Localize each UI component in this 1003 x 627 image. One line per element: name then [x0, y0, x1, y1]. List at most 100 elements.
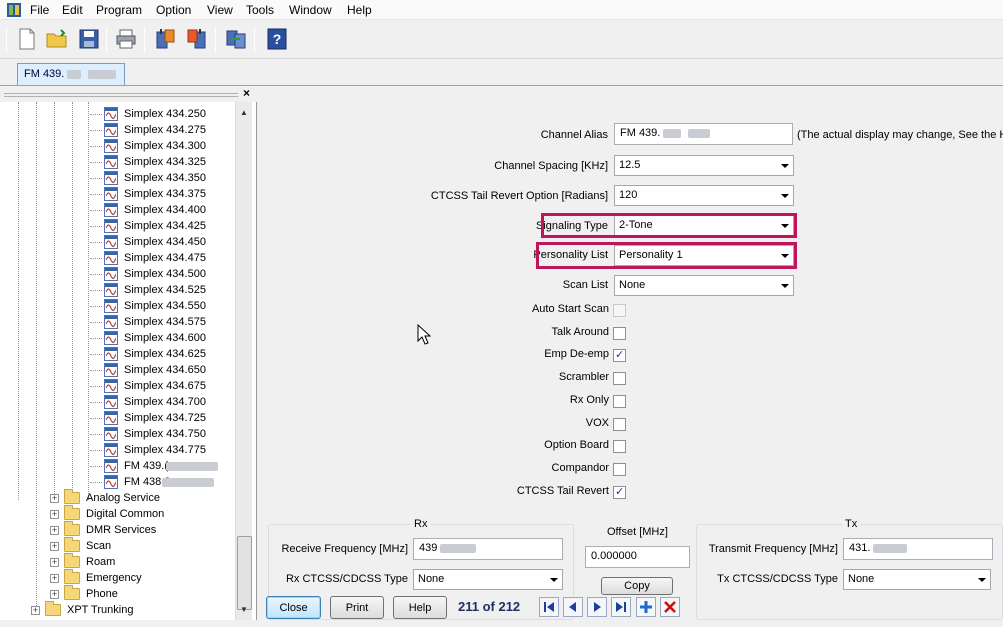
tree-item-channel[interactable]: Simplex 434.575 [0, 314, 235, 330]
tree-item-folder[interactable]: + Roam [0, 553, 235, 570]
tree-item-channel[interactable]: Simplex 434.725 [0, 410, 235, 426]
menu-view[interactable]: View [207, 3, 233, 17]
tree-item-label: Simplex 434.775 [124, 444, 206, 456]
folder-icon [64, 569, 80, 584]
tree-item-channel[interactable]: FM 438.8 [0, 474, 235, 490]
tree-item-channel[interactable]: Simplex 434.775 [0, 442, 235, 458]
help-button[interactable]: Help [393, 596, 447, 619]
scan-list-select[interactable]: None [614, 275, 794, 296]
scroll-down-icon[interactable]: ▼ [240, 605, 248, 614]
option-checkbox[interactable] [613, 418, 626, 431]
menu-file[interactable]: File [30, 3, 49, 17]
first-record-icon[interactable] [539, 597, 559, 617]
save-icon[interactable] [76, 25, 102, 53]
print-button[interactable]: Print [330, 596, 384, 619]
option-checkbox[interactable] [613, 327, 626, 340]
expand-icon[interactable]: + [31, 606, 40, 615]
transmit-frequency-field[interactable]: 431. [843, 538, 993, 560]
clone-icon[interactable] [223, 25, 249, 53]
tree-item-channel[interactable]: Simplex 434.450 [0, 234, 235, 250]
expand-icon[interactable]: + [50, 526, 59, 535]
tree-item-channel[interactable]: Simplex 434.325 [0, 154, 235, 170]
add-record-icon[interactable] [636, 597, 656, 617]
tree-item-folder[interactable]: + Scan [0, 537, 235, 554]
open-folder-icon[interactable] [44, 25, 70, 53]
expand-icon[interactable]: + [50, 494, 59, 503]
expand-icon[interactable]: + [50, 542, 59, 551]
option-checkbox[interactable] [613, 485, 626, 499]
tree-item-channel[interactable]: Simplex 434.675 [0, 378, 235, 394]
print-icon[interactable] [113, 25, 139, 53]
close-icon[interactable]: × [243, 86, 250, 100]
copy-button[interactable]: Copy [601, 577, 673, 595]
delete-record-icon[interactable] [660, 597, 680, 617]
scroll-up-icon[interactable]: ▲ [240, 108, 248, 117]
channel-spacing-select[interactable]: 12.5 [614, 155, 794, 176]
tree-item-channel[interactable]: Simplex 434.750 [0, 426, 235, 442]
tree-item-channel[interactable]: Simplex 434.350 [0, 170, 235, 186]
tree-item-label: Simplex 434.425 [124, 220, 206, 232]
expand-icon[interactable]: + [50, 558, 59, 567]
menu-tools[interactable]: Tools [246, 3, 274, 17]
tree-item-channel[interactable]: Simplex 434.475 [0, 250, 235, 266]
rx-ctcss-label: Rx CTCSS/CDCSS Type [285, 573, 408, 585]
tree-item-channel[interactable]: Simplex 434.300 [0, 138, 235, 154]
tree-scrollbar[interactable]: ▲ ▼ [235, 102, 252, 620]
option-checkbox[interactable] [613, 348, 626, 362]
channel-icon [104, 107, 118, 121]
panel-grip[interactable] [4, 93, 238, 97]
tree-item-folder[interactable]: + Emergency [0, 569, 235, 586]
write-radio-icon[interactable] [184, 25, 210, 53]
menu-help[interactable]: Help [347, 3, 372, 17]
menu-option[interactable]: Option [156, 3, 191, 17]
menu-program[interactable]: Program [96, 3, 142, 17]
expand-icon[interactable]: + [50, 590, 59, 599]
last-record-icon[interactable] [611, 597, 631, 617]
tree-item-folder[interactable]: + Digital Common [0, 505, 235, 522]
channel-alias-field[interactable]: FM 439. [614, 123, 793, 145]
option-checkbox[interactable] [613, 395, 626, 408]
menu-edit[interactable]: Edit [62, 3, 83, 17]
offset-field[interactable]: 0.000000 [585, 546, 690, 568]
expand-icon[interactable]: + [50, 510, 59, 519]
tree-item-channel[interactable]: Simplex 434.625 [0, 346, 235, 362]
tab-channel[interactable]: FM 439. [17, 63, 125, 85]
tree-item-folder[interactable]: + DMR Services [0, 521, 235, 538]
tree-item-channel[interactable]: Simplex 434.250 [0, 106, 235, 122]
tree-item-channel[interactable]: FM 439.( [0, 458, 235, 474]
receive-frequency-field[interactable]: 439 [413, 538, 563, 560]
next-record-icon[interactable] [587, 597, 607, 617]
menu-window[interactable]: Window [289, 3, 332, 17]
option-checkbox[interactable] [613, 372, 626, 385]
tree-item-label: XPT Trunking [67, 604, 134, 616]
checkbox-label: Scrambler [558, 371, 609, 383]
tree-item-channel[interactable]: Simplex 434.525 [0, 282, 235, 298]
new-file-icon[interactable] [14, 25, 40, 53]
tree-item-folder[interactable]: + Analog Service [0, 489, 235, 506]
scan-list-label: Scan List [562, 279, 608, 291]
tree-item-folder[interactable]: + XPT Trunking [0, 601, 235, 618]
tree-item-channel[interactable]: Simplex 434.550 [0, 298, 235, 314]
tree-item-channel[interactable]: Simplex 434.400 [0, 202, 235, 218]
read-radio-icon[interactable] [152, 25, 178, 53]
close-button[interactable]: Close [266, 596, 321, 619]
scroll-thumb[interactable] [237, 536, 252, 610]
tree-item-channel[interactable]: Simplex 434.700 [0, 394, 235, 410]
expand-icon[interactable]: + [50, 574, 59, 583]
option-checkbox[interactable] [613, 463, 626, 476]
tree-item-channel[interactable]: Simplex 434.500 [0, 266, 235, 282]
app-icon [7, 3, 21, 17]
tree-item-channel[interactable]: Simplex 434.425 [0, 218, 235, 234]
tree-item-channel[interactable]: Simplex 434.650 [0, 362, 235, 378]
previous-record-icon[interactable] [563, 597, 583, 617]
tree-item-channel[interactable]: Simplex 434.375 [0, 186, 235, 202]
help-icon[interactable]: ? [264, 25, 290, 53]
tree-item-channel[interactable]: Simplex 434.600 [0, 330, 235, 346]
ctcss-revert-select[interactable]: 120 [614, 185, 794, 206]
rx-ctcss-select[interactable]: None [413, 569, 563, 590]
option-checkbox [613, 304, 626, 317]
tx-ctcss-select[interactable]: None [843, 569, 991, 590]
tree-item-channel[interactable]: Simplex 434.275 [0, 122, 235, 138]
option-checkbox[interactable] [613, 440, 626, 453]
tree-item-folder[interactable]: + Phone [0, 585, 235, 602]
